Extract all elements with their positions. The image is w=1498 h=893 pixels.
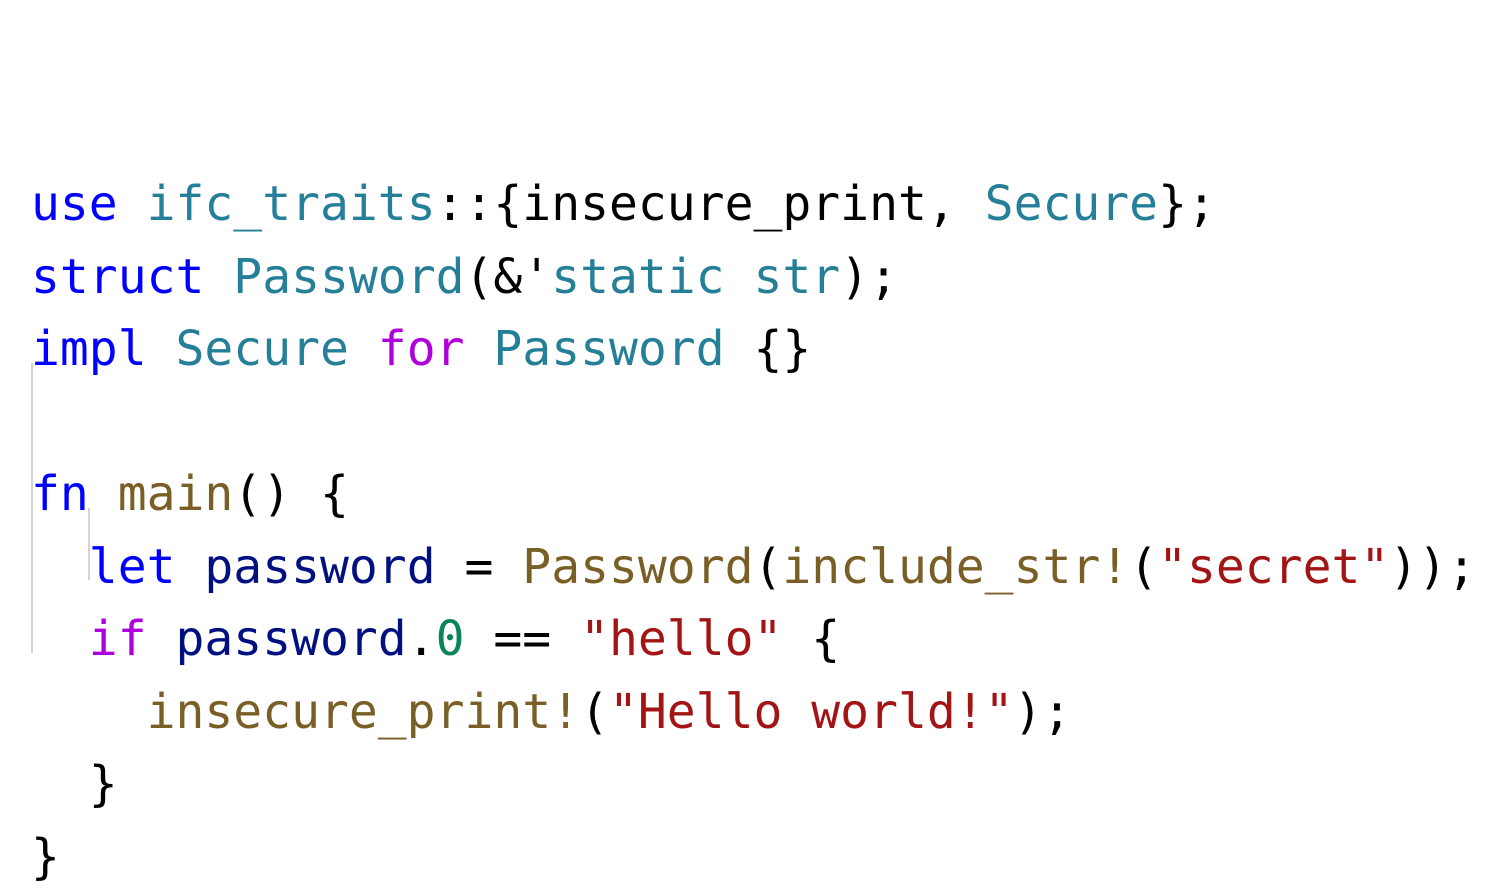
code-token: }: [31, 829, 60, 885]
code-line-7: if password.0 == "hello" {: [31, 603, 1476, 676]
code-token: Password: [522, 539, 753, 595]
code-line-1: use ifc_traits::{insecure_print, Secure}…: [31, 168, 1476, 241]
code-token: );: [1014, 684, 1072, 740]
code-token: Secure: [985, 176, 1158, 232]
code-token: fn: [31, 466, 89, 522]
code-token: [349, 321, 378, 377]
code-token: [118, 176, 147, 232]
code-token: "Hello world!": [609, 684, 1014, 740]
code-token: ifc_traits: [147, 176, 436, 232]
code-token: [147, 611, 176, 667]
code-editor: use ifc_traits::{insecure_print, Secure}…: [31, 0, 1476, 893]
code-token: (&': [464, 249, 551, 305]
code-token: {}: [725, 321, 812, 377]
code-line-9: }: [31, 748, 1476, 821]
code-token: );: [840, 249, 898, 305]
code-token: .: [407, 611, 436, 667]
code-token: Password: [233, 249, 464, 305]
code-token: ));: [1389, 539, 1476, 595]
code-line-4: [31, 386, 1476, 459]
code-token: password: [204, 539, 435, 595]
code-token: }: [89, 756, 118, 812]
code-token: password: [176, 611, 407, 667]
code-token: [204, 249, 233, 305]
code-token: [176, 539, 205, 595]
code-line-10: }: [31, 821, 1476, 893]
code-token: 0: [436, 611, 465, 667]
code-line-8: insecure_print!("Hello world!");: [31, 676, 1476, 749]
code-line-5: fn main() {: [31, 458, 1476, 531]
indentation: [31, 611, 89, 667]
code-token: ==: [465, 611, 581, 667]
code-token: {: [782, 611, 840, 667]
code-token: [465, 321, 494, 377]
code-token: (: [1129, 539, 1158, 595]
code-token: main: [118, 466, 234, 522]
code-token: Password: [493, 321, 724, 377]
code-token: str: [753, 249, 840, 305]
code-line-3: impl Secure for Password {}: [31, 313, 1476, 386]
code-token: "hello": [580, 611, 782, 667]
code-token: };: [1158, 176, 1216, 232]
indentation: [31, 539, 89, 595]
code-line-2: struct Password(&'static str);: [31, 241, 1476, 314]
code-token: ::{insecure_print,: [436, 176, 985, 232]
code-token: let: [89, 539, 176, 595]
code-line-6: let password = Password(include_str!("se…: [31, 531, 1476, 604]
code-token: Secure: [176, 321, 349, 377]
code-token: (: [580, 684, 609, 740]
code-token: (: [753, 539, 782, 595]
code-token: use: [31, 176, 118, 232]
code-token: struct: [31, 249, 204, 305]
code-token: for: [378, 321, 465, 377]
indentation: [31, 684, 147, 740]
code-token: [89, 466, 118, 522]
code-token: () {: [233, 466, 349, 522]
code-token: "secret": [1158, 539, 1389, 595]
code-token: static: [551, 249, 724, 305]
code-token: include_str!: [782, 539, 1129, 595]
code-token: if: [89, 611, 147, 667]
code-token: impl: [31, 321, 147, 377]
indentation: [31, 756, 89, 812]
code-token: insecure_print!: [147, 684, 580, 740]
code-token: =: [436, 539, 523, 595]
code-token: [147, 321, 176, 377]
code-token: [725, 249, 754, 305]
